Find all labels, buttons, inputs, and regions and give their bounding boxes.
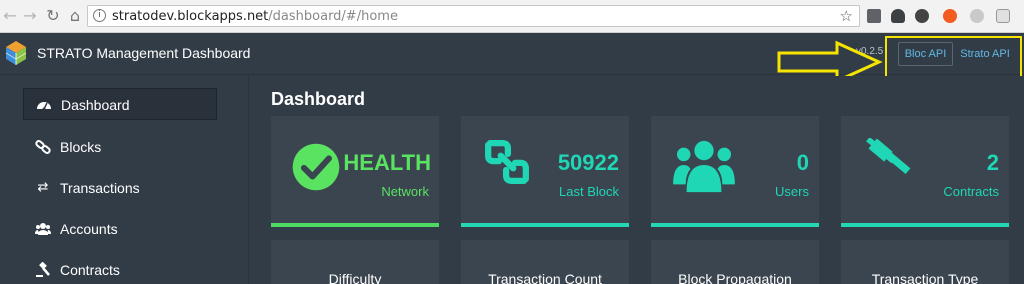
card-title: Block Propagation (678, 271, 792, 284)
gavel-icon (866, 138, 911, 175)
sidebar-item-accounts[interactable]: Accounts (23, 213, 217, 245)
card-label: Users (775, 184, 809, 199)
card-title: Transaction Type (871, 271, 979, 284)
contracts-card: 2 Contracts (841, 116, 1009, 227)
strato-logo-icon (5, 41, 27, 65)
exchange-icon: ⇄ (37, 180, 49, 195)
extension-icon[interactable] (867, 9, 881, 23)
card-value: 0 (796, 150, 809, 175)
extension-icon[interactable] (943, 9, 957, 23)
sidebar-item-transactions[interactable]: ⇄ Transactions (23, 172, 217, 204)
card-label: Last Block (559, 184, 619, 199)
sidebar-item-label: Accounts (60, 221, 118, 237)
users-icon (35, 221, 51, 237)
last-block-card: 50922 Last Block (461, 116, 629, 227)
page-title: Dashboard (271, 89, 366, 109)
url-text[interactable]: stratodev.blockapps.net/dashboard/#/home (112, 9, 398, 24)
app-title: STRATO Management Dashboard (37, 45, 251, 61)
gavel-icon (35, 261, 51, 278)
chain-link-icon (485, 140, 529, 184)
transaction-type-card: Transaction Type (841, 240, 1009, 284)
check-circle-icon (292, 143, 340, 191)
browser-toolbar: ← → ↻ ⌂ i stratodev.blockapps.net/dashbo… (0, 0, 1024, 33)
sidebar-item-blocks[interactable]: Blocks (23, 131, 217, 163)
info-icon[interactable]: i (93, 9, 106, 22)
dashboard-icon (36, 97, 52, 113)
sidebar-item-dashboard[interactable]: Dashboard (23, 88, 217, 120)
reload-icon[interactable]: ↻ (44, 7, 62, 25)
extension-icon[interactable] (970, 9, 984, 23)
sidebar-item-contracts[interactable]: Contracts (23, 254, 217, 284)
bookmark-star-icon[interactable]: ☆ (840, 7, 853, 25)
database-extension-icon[interactable] (915, 9, 929, 23)
sidebar-item-label: Transactions (60, 180, 140, 196)
database-extension-icon[interactable] (891, 9, 905, 23)
forward-arrow-icon[interactable]: → (21, 7, 39, 25)
url-path: /dashboard/#/home (268, 9, 398, 24)
link-icon (35, 139, 51, 155)
annotation-highlight-box (885, 36, 1022, 81)
sidebar-item-label: Dashboard (61, 97, 130, 113)
back-arrow-icon[interactable]: ← (1, 7, 19, 25)
card-title: Transaction Count (488, 271, 602, 284)
url-host: stratodev.blockapps.net (112, 9, 269, 24)
block-propagation-card: Block Propagation (651, 240, 819, 284)
main-content: Dashboard HEALTH Network 50922 Last Bloc… (250, 76, 1024, 284)
network-health-card: HEALTH Network (271, 116, 439, 227)
sidebar: Dashboard Blocks ⇄ Transactions Accounts… (0, 76, 249, 284)
card-label: Contracts (943, 184, 999, 199)
address-bar[interactable]: i stratodev.blockapps.net/dashboard/#/ho… (87, 5, 860, 27)
card-value: HEALTH (343, 150, 431, 175)
card-value: 2 (986, 150, 999, 175)
users-card: 0 Users (651, 116, 819, 227)
difficulty-card: Difficulty (271, 240, 439, 284)
card-value: 50922 (557, 150, 619, 175)
transaction-count-card: Transaction Count (461, 240, 629, 284)
card-label: Network (381, 184, 429, 199)
home-icon[interactable]: ⌂ (66, 7, 84, 25)
sidebar-item-label: Contracts (60, 262, 120, 278)
card-title: Difficulty (328, 271, 382, 284)
users-icon (673, 140, 735, 193)
extension-icon[interactable] (996, 9, 1010, 23)
sidebar-item-label: Blocks (60, 139, 102, 155)
